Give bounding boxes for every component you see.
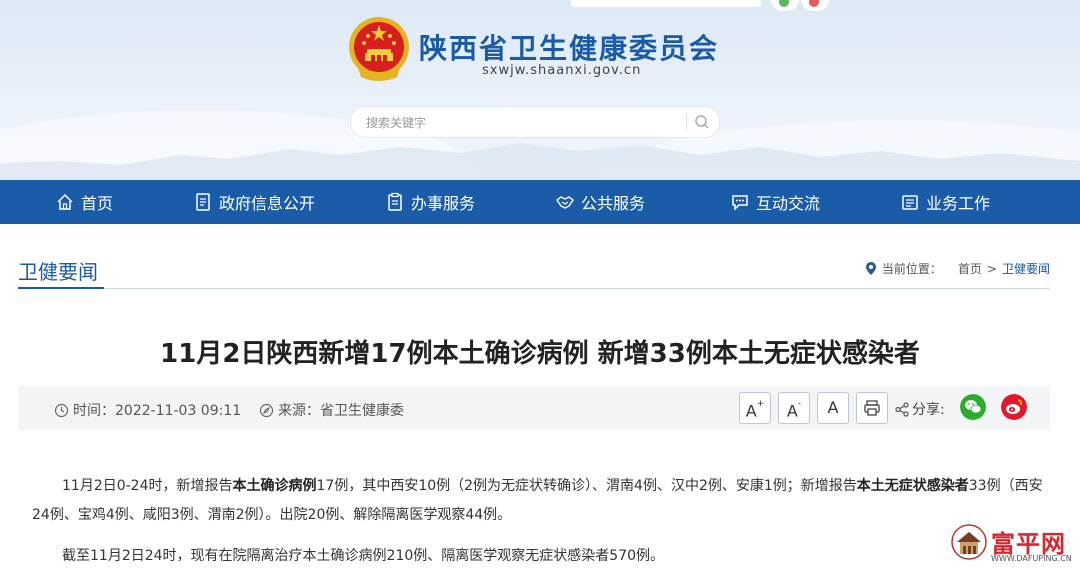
article-paragraph-2: 截至11月2日24时，现有在院隔离治疗本土确诊病例210例、隔离医学观察无症状感… xyxy=(62,548,664,564)
font-reset-label: A xyxy=(827,398,839,417)
article-paragraph-1: 11月2日0-24时，新增报告本土确诊病例17例，其中西安10例（2例为无症状转… xyxy=(32,472,1048,530)
breadcrumb: 当前位置： 首页 > 卫健要闻 xyxy=(865,260,1050,277)
home-icon xyxy=(57,193,73,210)
article-meta-bar: 时间：2022-11-03 09:11 来源：省卫生健康委 A+ A- A 分享… xyxy=(18,386,1050,430)
breadcrumb-current-link[interactable]: 卫健要闻 xyxy=(1002,260,1050,277)
site-domain: sxwjw.shaanxi.gov.cn xyxy=(482,63,642,78)
handshake-icon xyxy=(556,196,574,209)
article-source-text: 来源：省卫生健康委 xyxy=(278,403,404,419)
breadcrumb-separator: > xyxy=(986,261,997,276)
publish-time: 时间：2022-11-03 09:11 xyxy=(54,400,241,420)
national-emblem-icon xyxy=(349,17,409,81)
site-watermark: 富平网 WWW.DAFUPING.CN xyxy=(951,524,1079,568)
nav-label: 首页 xyxy=(81,194,114,213)
breadcrumb-label: 当前位置： xyxy=(881,262,942,276)
nav-item-interaction[interactable]: 互动交流 xyxy=(730,180,820,224)
publish-time-text: 时间：2022-11-03 09:11 xyxy=(73,403,242,419)
nav-label: 政府信息公开 xyxy=(219,194,316,213)
nav-item-home[interactable]: 首页 xyxy=(55,180,113,224)
document-icon xyxy=(196,193,210,211)
font-decrease-label: A xyxy=(786,401,798,421)
paragraph-text: 17例，其中西安10例（2例为无症状转确诊）、渭南4例、汉中2例、安康1例；新增… xyxy=(316,478,857,494)
share-text: 分享: xyxy=(912,402,945,418)
clock-icon xyxy=(54,403,69,417)
site-title: 陕西省卫生健康委员会 xyxy=(419,32,720,65)
briefcase-icon xyxy=(902,195,918,210)
weibo-share-icon[interactable] xyxy=(1001,394,1027,420)
top-utility-bar xyxy=(570,0,762,8)
font-reset-button[interactable]: A xyxy=(817,392,849,424)
font-decrease-sup: - xyxy=(797,399,802,409)
search-icon[interactable] xyxy=(694,114,710,130)
article-title: 11月2日陕西新增17例本土确诊病例 新增33例本土无症状感染者 xyxy=(160,339,920,369)
nav-label: 互动交流 xyxy=(756,194,821,213)
share-icon xyxy=(895,401,909,417)
font-decrease-button[interactable]: A- xyxy=(778,392,810,424)
compass-icon xyxy=(259,403,274,417)
nav-label: 办事服务 xyxy=(411,194,476,213)
status-dot-icon xyxy=(779,0,789,7)
nav-item-services[interactable]: 办事服务 xyxy=(385,180,475,224)
nav-item-gov-info[interactable]: 政府信息公开 xyxy=(193,180,315,224)
nav-item-business[interactable]: 业务工作 xyxy=(900,180,990,224)
breadcrumb-home-link[interactable]: 首页 xyxy=(958,260,982,277)
nav-label: 业务工作 xyxy=(926,194,991,213)
article-source: 来源：省卫生健康委 xyxy=(259,400,404,420)
paragraph-text: 11月2日0-24时，新增报告 xyxy=(62,478,233,494)
nav-label: 公共服务 xyxy=(581,194,646,213)
chat-icon xyxy=(732,195,748,211)
status-dot-icon xyxy=(809,0,819,7)
print-button[interactable] xyxy=(856,392,888,424)
font-increase-label: A xyxy=(745,401,757,421)
section-underline xyxy=(18,287,104,289)
watermark-url: WWW.DAFUPING.CN xyxy=(991,554,1072,563)
top-utility-button[interactable] xyxy=(800,0,830,12)
font-increase-button[interactable]: A+ xyxy=(739,392,771,424)
search-box[interactable]: 搜索关键字 xyxy=(350,106,720,138)
font-increase-sup: + xyxy=(756,399,765,409)
search-divider xyxy=(686,114,687,130)
print-icon xyxy=(864,400,880,416)
section-header: 卫健要闻 当前位置： 首页 > 卫健要闻 xyxy=(18,248,1050,289)
site-header: 陕西省卫生健康委员会 sxwjw.shaanxi.gov.cn 搜索关键字 xyxy=(0,0,1080,180)
paragraph-emphasis: 本土确诊病例 xyxy=(232,478,317,494)
nav-item-public-services[interactable]: 公共服务 xyxy=(555,180,645,224)
search-input[interactable]: 搜索关键字 xyxy=(366,114,426,131)
location-pin-icon xyxy=(865,262,876,275)
clipboard-icon xyxy=(388,192,402,211)
section-title: 卫健要闻 xyxy=(18,260,98,284)
share-label: 分享: xyxy=(895,399,945,419)
main-nav: 首页 政府信息公开 办事服务 公共服务 互动交流 业务工作 xyxy=(0,180,1080,224)
wechat-share-icon[interactable] xyxy=(960,394,986,420)
paragraph-emphasis: 本土无症状感染者 xyxy=(856,478,969,494)
watermark-logo-icon xyxy=(951,524,987,560)
top-utility-button[interactable] xyxy=(770,0,800,12)
